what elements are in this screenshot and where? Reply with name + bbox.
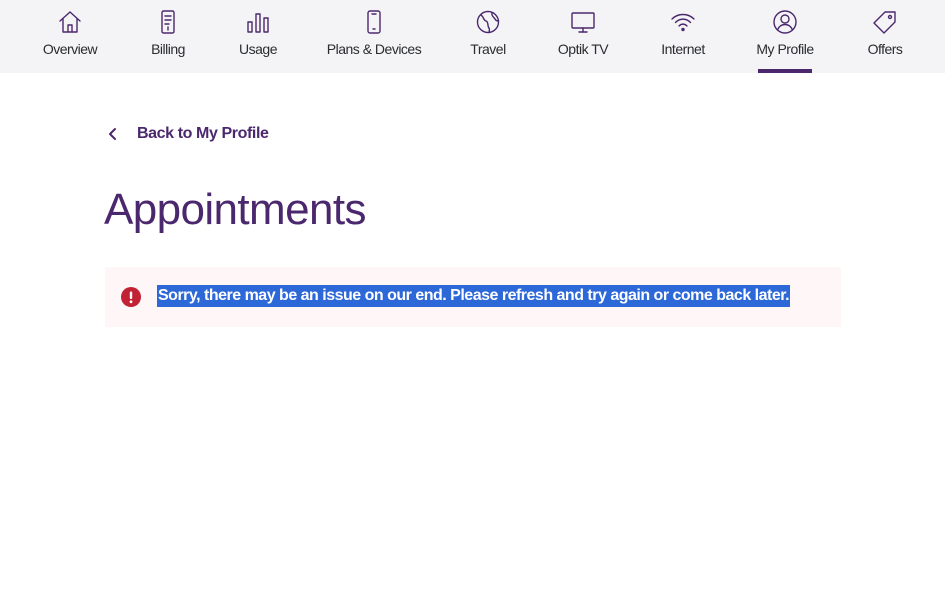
top-navigation: Overview Billing Usage Plans & Devices T… [0, 0, 945, 73]
user-icon [771, 8, 799, 36]
nav-item-plans-devices[interactable]: Plans & Devices [324, 0, 424, 73]
back-to-my-profile-link[interactable]: Back to My Profile [106, 122, 269, 146]
nav-item-label: Offers [867, 41, 903, 57]
error-icon [121, 287, 141, 307]
nav-item-label: Internet [661, 41, 705, 57]
bill-icon [154, 8, 182, 36]
nav-item-travel[interactable]: Travel [463, 0, 513, 73]
wifi-icon [669, 8, 697, 36]
back-link-label: Back to My Profile [137, 125, 269, 142]
tv-icon [569, 8, 597, 36]
nav-item-billing[interactable]: Billing [143, 0, 193, 73]
nav-item-offers[interactable]: Offers [860, 0, 910, 73]
nav-item-label: Optik TV [557, 41, 609, 57]
chevron-left-icon [106, 124, 126, 144]
nav-item-label: Billing [151, 41, 185, 57]
nav-item-label: Plans & Devices [326, 41, 422, 57]
nav-item-overview[interactable]: Overview [40, 0, 100, 73]
active-tab-indicator [758, 69, 812, 73]
nav-item-label: Overview [42, 41, 98, 57]
nav-item-label: Usage [239, 41, 277, 57]
nav-item-label: Travel [470, 41, 506, 57]
nav-item-usage[interactable]: Usage [233, 0, 283, 73]
globe-icon [474, 8, 502, 36]
phone-icon [360, 8, 388, 36]
error-alert: Sorry, there may be an issue on our end.… [105, 267, 841, 327]
bar-chart-icon [244, 8, 272, 36]
nav-item-label: My Profile [756, 41, 814, 57]
nav-item-optik-tv[interactable]: Optik TV [553, 0, 613, 73]
page-title: Appointments [104, 185, 366, 234]
tag-icon [871, 8, 899, 36]
nav-item-internet[interactable]: Internet [658, 0, 708, 73]
home-icon [56, 8, 84, 36]
error-message: Sorry, there may be an issue on our end.… [157, 285, 791, 307]
nav-item-my-profile[interactable]: My Profile [756, 0, 814, 73]
